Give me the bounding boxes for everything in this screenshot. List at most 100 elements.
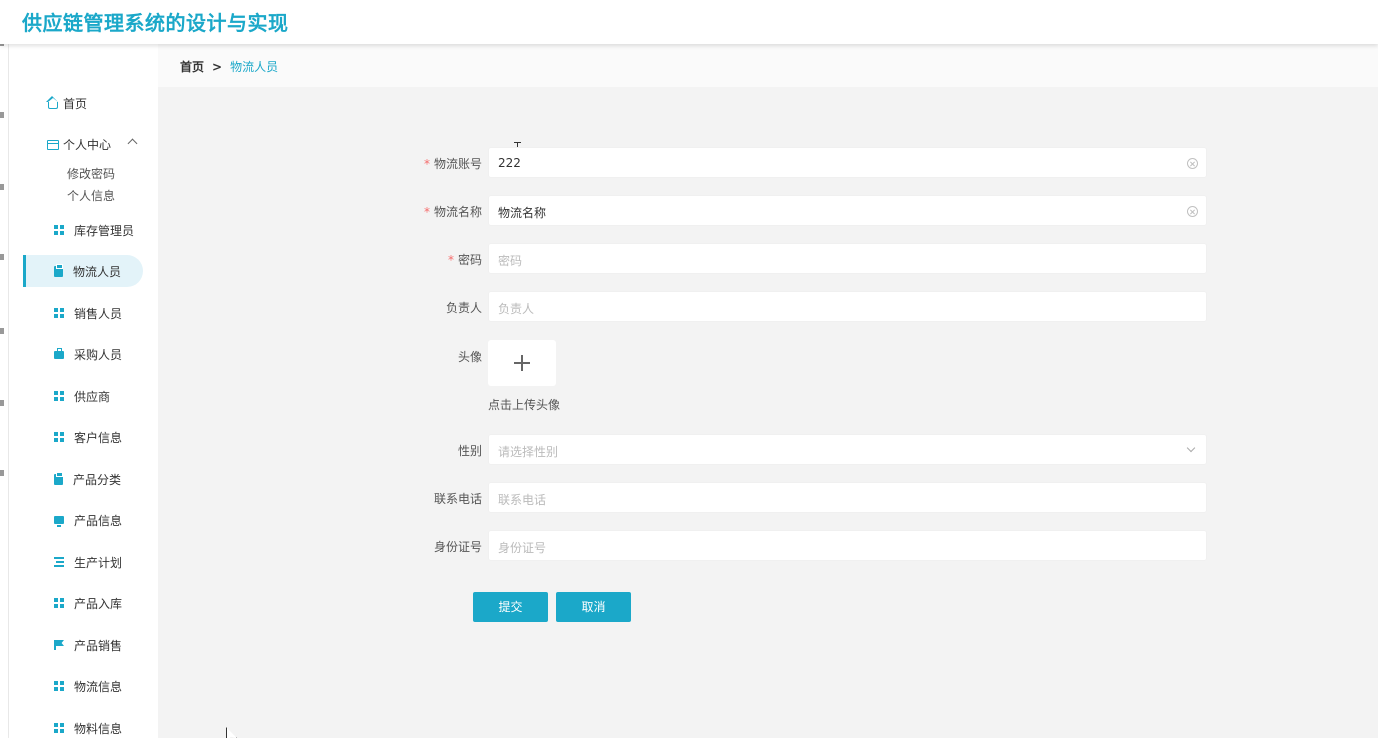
form-row-password: * 密码 密码	[158, 243, 1378, 275]
avatar-label: 头像	[457, 350, 482, 364]
briefcase-icon	[54, 348, 64, 359]
strip-mark	[0, 470, 4, 476]
sidebar: 首页 个人中心 修改密码 个人信息 库存管理员 物流人员 销售人员 采购人员 供…	[9, 44, 158, 738]
strip-mark	[0, 328, 4, 334]
clear-icon[interactable]	[1187, 206, 1198, 217]
flag-icon	[54, 640, 64, 650]
sidebar-item-purchasing-staff[interactable]: 采购人员	[23, 338, 143, 370]
sidebar-item-home[interactable]: 首页	[46, 95, 88, 112]
sidebar-item-label: 产品信息	[74, 513, 123, 528]
form-row-manager: 负责人 负责人	[158, 291, 1378, 323]
sidebar-item-production-plan[interactable]: 生产计划	[23, 546, 143, 578]
submenu-item-change-password[interactable]: 修改密码	[67, 165, 115, 182]
account-value: 222	[498, 156, 521, 170]
name-value: 物流名称	[498, 206, 547, 220]
sidebar-item-label: 产品分类	[73, 472, 122, 487]
sidebar-item-inventory-admin[interactable]: 库存管理员	[23, 214, 143, 246]
breadcrumb-home[interactable]: 首页	[180, 60, 204, 74]
grid-icon	[54, 391, 64, 401]
strip-mark	[0, 400, 4, 406]
monitor-icon	[54, 516, 64, 527]
phone-label: 联系电话	[433, 492, 482, 506]
sidebar-item-label: 客户信息	[74, 430, 123, 445]
idcard-label: 身份证号	[433, 540, 482, 554]
breadcrumb-bar: 首页 > 物流人员	[158, 44, 1378, 87]
chevron-down-icon	[1186, 443, 1196, 453]
required-mark: *	[447, 253, 454, 267]
sidebar-item-logistics-staff[interactable]: 物流人员	[23, 255, 143, 287]
strip-mark	[0, 112, 4, 118]
submenu-item-personal-info[interactable]: 个人信息	[67, 187, 115, 204]
sidebar-item-sales-staff[interactable]: 销售人员	[23, 297, 143, 329]
password-label: * 密码	[447, 253, 482, 267]
password-input[interactable]: 密码	[488, 243, 1207, 274]
sidebar-item-customer-info[interactable]: 客户信息	[23, 421, 143, 453]
idcard-placeholder: 身份证号	[498, 541, 547, 555]
gender-label: 性别	[457, 444, 482, 458]
breadcrumb-separator: >	[212, 60, 223, 74]
sidebar-item-product-inbound[interactable]: 产品入库	[23, 587, 143, 619]
manager-placeholder: 负责人	[498, 302, 535, 316]
sidebar-item-product-sales[interactable]: 产品销售	[23, 629, 143, 661]
home-icon	[46, 96, 60, 110]
required-mark: *	[423, 157, 430, 171]
grid-icon	[54, 598, 64, 608]
manager-label: 负责人	[445, 301, 482, 315]
grid-icon	[54, 225, 64, 235]
sidebar-item-label: 销售人员	[74, 306, 123, 321]
sidebar-item-label: 采购人员	[74, 347, 123, 362]
manager-input[interactable]: 负责人	[488, 291, 1207, 322]
sidebar-item-label: 生产计划	[74, 555, 123, 570]
sidebar-item-personal-center[interactable]: 个人中心	[47, 136, 147, 153]
sidebar-item-product-category[interactable]: 产品分类	[23, 463, 143, 495]
sidebar-item-label: 个人中心	[63, 138, 112, 152]
avatar-upload-tip: 点击上传头像	[488, 398, 561, 412]
grid-icon	[54, 681, 64, 691]
form-row-avatar: 头像	[158, 340, 1378, 400]
breadcrumb: 首页 > 物流人员	[180, 58, 278, 75]
sidebar-item-label: 物流人员	[73, 264, 122, 279]
sidebar-item-supplier[interactable]: 供应商	[23, 380, 143, 412]
strip-mark	[0, 254, 4, 260]
sidebar-item-label: 物流信息	[74, 679, 123, 694]
clipboard-icon	[54, 471, 63, 485]
main-content: 首页 > 物流人员 * 物流账号 222 * 物流名称 物流名称 * 密码 密码 负责人 …	[158, 44, 1378, 738]
card-icon	[47, 138, 60, 151]
submit-button[interactable]: 提交	[473, 592, 548, 622]
password-placeholder: 密码	[498, 254, 523, 268]
form-row-name: * 物流名称 物流名称	[158, 195, 1378, 227]
sidebar-item-label: 物料信息	[74, 721, 123, 736]
strip-mark	[0, 184, 4, 190]
phone-input[interactable]: 联系电话	[488, 482, 1207, 513]
sidebar-item-logistics-info[interactable]: 物流信息	[23, 670, 143, 702]
cancel-button[interactable]: 取消	[556, 592, 631, 622]
top-header: 供应链管理系统的设计与实现	[0, 0, 1378, 44]
sidebar-item-label: 产品销售	[74, 638, 123, 653]
account-input[interactable]: 222	[488, 147, 1207, 178]
list-icon	[54, 557, 64, 567]
form-row-phone: 联系电话 联系电话	[158, 482, 1378, 514]
name-input[interactable]: 物流名称	[488, 195, 1207, 226]
sidebar-item-label: 库存管理员	[74, 223, 135, 238]
grid-icon	[54, 723, 64, 733]
sidebar-item-material-info[interactable]: 物料信息	[23, 712, 143, 738]
form-row-idcard: 身份证号 身份证号	[158, 530, 1378, 562]
sidebar-item-product-info[interactable]: 产品信息	[23, 504, 143, 536]
avatar-upload-button[interactable]	[488, 340, 556, 386]
sidebar-item-label: 首页	[63, 97, 88, 111]
app-title: 供应链管理系统的设计与实现	[22, 11, 289, 35]
clipboard-icon	[54, 263, 63, 277]
idcard-input[interactable]: 身份证号	[488, 530, 1207, 561]
plus-icon	[514, 355, 530, 371]
name-label: * 物流名称	[423, 205, 482, 219]
phone-placeholder: 联系电话	[498, 493, 547, 507]
breadcrumb-current: 物流人员	[230, 60, 279, 74]
grid-icon	[54, 308, 64, 318]
grid-icon	[54, 432, 64, 442]
required-mark: *	[423, 205, 430, 219]
clear-icon[interactable]	[1187, 158, 1198, 169]
gender-select[interactable]: 请选择性别	[488, 434, 1207, 465]
form-row-account: * 物流账号 222	[158, 147, 1378, 179]
form-row-gender: 性别 请选择性别	[158, 434, 1378, 466]
account-label: * 物流账号	[423, 157, 482, 171]
